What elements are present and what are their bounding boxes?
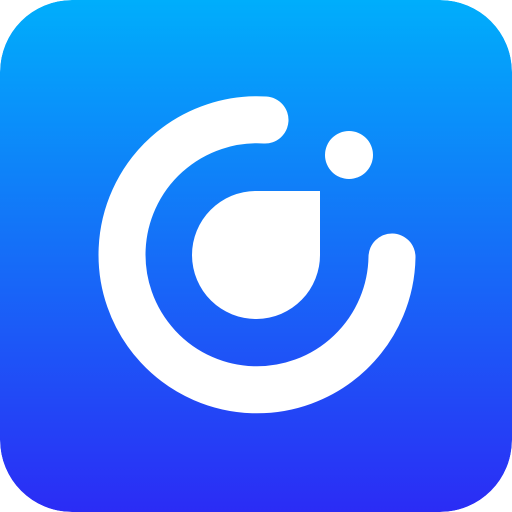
- app-icon[interactable]: [0, 0, 512, 512]
- droplet-shape: [192, 191, 321, 319]
- app-logo-icon: [0, 0, 512, 512]
- accent-dot: [325, 131, 373, 179]
